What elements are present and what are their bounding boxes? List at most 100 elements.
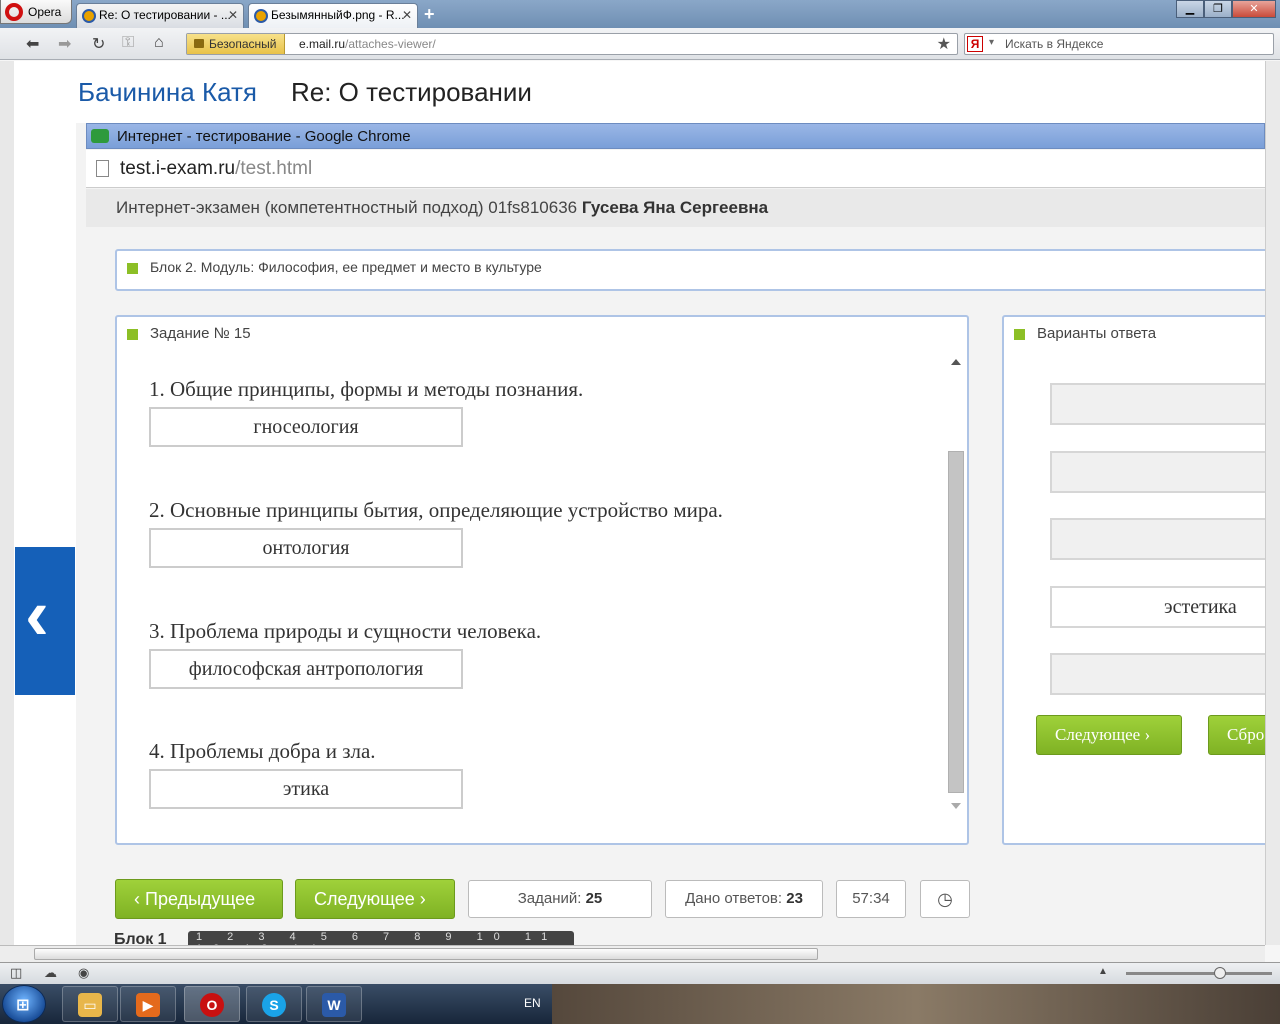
language-indicator[interactable]: EN	[524, 996, 541, 1010]
timer: 57:34	[836, 880, 906, 918]
chrome-url-domain: test.i-exam.ru	[120, 158, 236, 179]
left-panel-strip	[0, 61, 14, 945]
question-3: 3. Проблема природы и сущности человека.	[149, 619, 542, 643]
previous-label: Предыдущее	[145, 889, 256, 909]
tab-mail[interactable]: Re: О тестировании - ... ✕	[76, 3, 244, 28]
scroll-up-icon[interactable]	[951, 359, 961, 365]
close-tab-icon[interactable]: ✕	[402, 8, 412, 22]
task-scrollbar[interactable]	[947, 353, 965, 815]
bookmark-star-icon[interactable]: ★	[937, 34, 951, 54]
horizontal-scroll-thumb[interactable]	[34, 948, 818, 960]
chevron-right-icon: ›	[1144, 725, 1151, 744]
reset-button[interactable]: Сбро	[1208, 715, 1265, 755]
url-path: /attaches-viewer/	[345, 37, 436, 51]
security-label: Безопасный	[209, 37, 277, 51]
mail-sender-link[interactable]: Бачинина Катя	[78, 77, 257, 108]
maximize-icon[interactable]: ❐	[1204, 0, 1232, 18]
address-url: e.mail.ru/attaches-viewer/	[299, 37, 436, 51]
desktop-wallpaper	[552, 984, 1280, 1024]
answered-count: 23	[786, 890, 803, 907]
page-vertical-scrollbar[interactable]	[1265, 61, 1280, 945]
option-1[interactable]	[1050, 383, 1265, 425]
option-3[interactable]	[1050, 518, 1265, 560]
security-badge[interactable]: Безопасный	[187, 34, 286, 54]
zoom-menu-icon[interactable]: ▲	[1098, 966, 1108, 977]
zoom-slider[interactable]	[1126, 972, 1272, 975]
search-input[interactable]: Искать в Яндексе	[1005, 37, 1103, 51]
tab-image[interactable]: БезымянныйФ.png - R... ✕	[248, 3, 418, 28]
exam-favicon-icon	[91, 129, 109, 143]
search-box[interactable]: Я ▾ Искать в Яндексе	[964, 33, 1274, 55]
green-square-icon	[1014, 329, 1025, 340]
answer-slot-3[interactable]: философская антропология	[149, 649, 463, 689]
previous-attachment-button[interactable]: ‹	[15, 547, 75, 695]
question-4: 4. Проблемы добра и зла.	[149, 739, 376, 763]
question-1: 1. Общие принципы, формы и методы познан…	[149, 377, 584, 401]
block-title: Блок 2. Модуль: Философия, ее предмет и …	[150, 259, 542, 275]
option-5[interactable]	[1050, 653, 1265, 695]
answer-slot-2[interactable]: онтология	[149, 528, 463, 568]
explorer-taskbar-button[interactable]: ▭	[62, 986, 118, 1022]
chrome-url: test.i-exam.ru/test.html	[120, 158, 312, 180]
navigation-bar: ⬅ ➡ ↻ ⚿ ⌂ Безопасный e.mail.ru/attaches-…	[0, 28, 1280, 60]
word-taskbar-button[interactable]: W	[306, 986, 362, 1022]
home-icon[interactable]: ⌂	[154, 34, 164, 52]
back-icon[interactable]: ⬅	[26, 34, 39, 54]
opera-menu-button[interactable]: Opera	[0, 0, 72, 24]
scroll-thumb[interactable]	[948, 451, 964, 793]
next-small-button[interactable]: Следующее ›	[1036, 715, 1182, 755]
key-icon[interactable]: ⚿	[122, 34, 134, 52]
windows-logo-icon: ⊞	[16, 997, 30, 1014]
panel-toggle-icon[interactable]: ◫	[10, 965, 22, 981]
block-panel: Блок 2. Модуль: Философия, ее предмет и …	[115, 249, 1265, 291]
chevron-down-icon[interactable]: ▾	[989, 37, 994, 48]
task-panel: Задание № 15 1. Общие принципы, формы и …	[115, 315, 969, 845]
student-name: Гусева Яна Сергеевна	[581, 198, 769, 217]
mail-favicon-icon	[82, 9, 96, 23]
page-icon	[96, 160, 109, 177]
exam-header: Интернет-экзамен (компетентностный подхо…	[86, 189, 1265, 227]
page-horizontal-scrollbar[interactable]	[0, 945, 1265, 962]
next-button[interactable]: Следующее ›	[295, 879, 455, 919]
page-numbers[interactable]: 1 2 3 4 5 6 7 8 9 10 11 12 13 14	[188, 931, 574, 945]
previous-button[interactable]: ‹ Предыдущее	[115, 879, 283, 919]
forward-icon[interactable]: ➡	[58, 34, 71, 54]
clock-icon: ◷	[937, 889, 953, 909]
chrome-title-bar: Интернет - тестирование - Google Chrome	[86, 123, 1265, 149]
answered-count-box: Дано ответов: 23	[665, 880, 823, 918]
option-4[interactable]: эстетика	[1050, 586, 1265, 628]
answered-label: Дано ответов:	[685, 890, 783, 907]
media-player-taskbar-button[interactable]: ▶	[120, 986, 176, 1022]
lock-icon	[194, 39, 204, 48]
answer-slot-1[interactable]: гносеология	[149, 407, 463, 447]
option-2[interactable]	[1050, 451, 1265, 493]
close-window-icon[interactable]: ✕	[1232, 0, 1276, 18]
media-player-icon: ▶	[136, 993, 160, 1017]
minimize-icon[interactable]: ▁	[1176, 0, 1204, 18]
answer-slot-4[interactable]: этика	[149, 769, 463, 809]
close-tab-icon[interactable]: ✕	[228, 8, 238, 22]
scroll-down-icon[interactable]	[951, 803, 961, 809]
chevron-right-icon: ›	[419, 889, 426, 909]
new-tab-icon[interactable]: +	[424, 4, 435, 25]
exam-header-text: Интернет-экзамен (компетентностный подхо…	[116, 198, 768, 218]
status-bar: ◫ ☁ ◉ ▲	[0, 962, 1280, 984]
clock-button[interactable]: ◷	[920, 880, 970, 918]
cloud-icon[interactable]: ☁	[44, 965, 57, 981]
question-2: 2. Основные принципы бытия, определяющие…	[149, 498, 723, 522]
yandex-icon: Я	[967, 36, 983, 52]
page-content: Бачинина Катя Re: О тестировании ‹ Интер…	[0, 61, 1265, 945]
tasks-count: 25	[585, 890, 603, 907]
tab-title: Re: О тестировании - ...	[99, 8, 231, 22]
start-button[interactable]: ⊞	[2, 985, 46, 1023]
zoom-slider-knob[interactable]	[1214, 967, 1226, 979]
address-bar[interactable]: Безопасный e.mail.ru/attaches-viewer/ ★	[186, 33, 958, 55]
reset-label: Сбро	[1227, 725, 1265, 744]
opera-taskbar-button[interactable]: O	[184, 986, 240, 1022]
reload-icon[interactable]: ↻	[92, 34, 105, 54]
skype-taskbar-button[interactable]: S	[246, 986, 302, 1022]
chrome-window-title: Интернет - тестирование - Google Chrome	[117, 128, 411, 145]
mail-favicon-icon	[254, 9, 268, 23]
speed-dial-icon[interactable]: ◉	[78, 965, 89, 981]
task-title: Задание № 15	[150, 325, 251, 342]
